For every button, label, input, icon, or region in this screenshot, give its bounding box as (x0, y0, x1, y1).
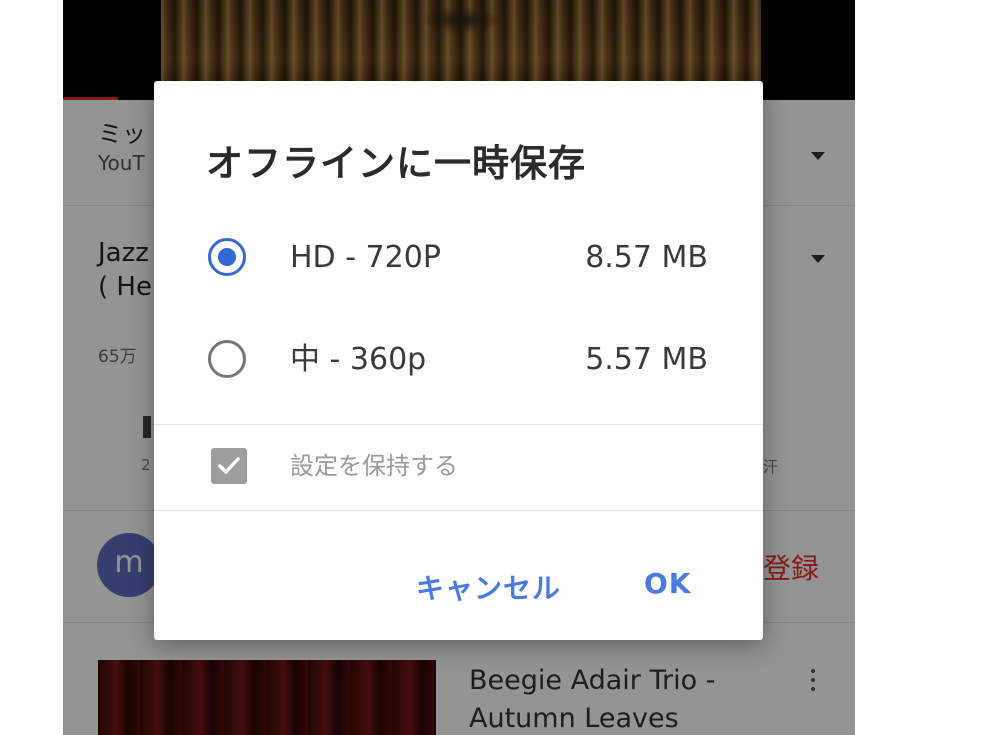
quality-option-360p[interactable]: 中 - 360p 5.57 MB (154, 322, 763, 402)
option-size: 5.57 MB (585, 342, 708, 377)
dialog-title: オフラインに一時保存 (206, 142, 586, 185)
option-size: 8.57 MB (585, 240, 708, 275)
option-label: HD - 720P (290, 240, 441, 275)
offline-save-dialog: オフラインに一時保存 HD - 720P 8.57 MB 中 - 360p 5.… (154, 81, 763, 640)
radio-unselected-icon[interactable] (208, 340, 246, 378)
screen: ミッ YouT Jazz ( He 65万 2 汗 m 登録 Beegie Ad… (0, 0, 1000, 735)
checkmark-icon (218, 457, 240, 474)
dialog-divider (154, 424, 763, 425)
radio-selected-icon[interactable] (208, 238, 246, 276)
remember-setting-checkbox[interactable] (211, 448, 247, 484)
dialog-divider (154, 510, 763, 511)
cancel-button[interactable]: キャンセル (404, 561, 573, 613)
remember-setting-label: 設定を保持する (290, 452, 458, 480)
quality-option-hd-720p[interactable]: HD - 720P 8.57 MB (154, 220, 763, 300)
option-label: 中 - 360p (290, 342, 427, 377)
ok-button[interactable]: OK (632, 561, 704, 606)
